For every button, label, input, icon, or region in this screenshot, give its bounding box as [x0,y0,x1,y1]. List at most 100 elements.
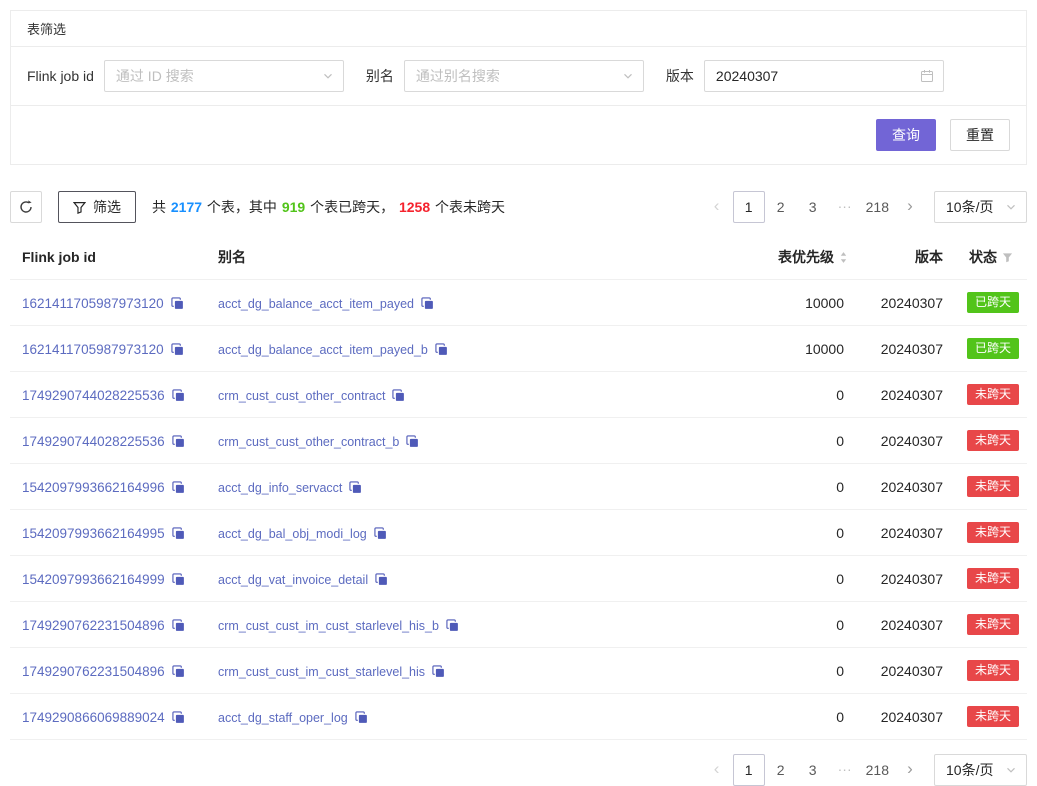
cell-id-link[interactable]: 1749290744028225536 [22,388,165,403]
pagination-pages: 123···218 [733,754,894,786]
cell-id-link[interactable]: 1749290866069889024 [22,710,165,725]
copy-icon[interactable] [172,665,185,678]
summary-seg2: 个表已跨天， [306,199,398,215]
cell-alias-link[interactable]: acct_dg_staff_oper_log [218,711,348,725]
cell-version: 20240307 [860,464,955,510]
refresh-button[interactable] [10,191,42,223]
cell-id-link[interactable]: 1542097993662164996 [22,480,165,495]
copy-icon[interactable] [172,389,185,402]
pagination-pages: 123···218 [733,191,894,223]
filter-actions: 查询 重置 [11,105,1026,164]
copy-icon[interactable] [446,619,459,632]
pagination-prev[interactable]: ‹ [701,754,733,786]
filter-panel: 表筛选 Flink job id 通过 ID 搜索 别名 通过别名搜索 版本 [10,10,1027,165]
copy-icon[interactable] [172,619,185,632]
cell-version: 20240307 [860,602,955,648]
pagination-page-2[interactable]: 2 [765,754,797,786]
query-button[interactable]: 查询 [876,119,936,151]
status-badge: 已跨天 [967,292,1019,313]
cell-alias-link[interactable]: crm_cust_cust_im_cust_starlevel_his_b [218,619,439,633]
pagination-next[interactable]: › [894,754,926,786]
cell-alias-link[interactable]: acct_dg_vat_invoice_detail [218,573,368,587]
copy-icon[interactable] [172,481,185,494]
pagination-page-218[interactable]: 218 [861,754,894,786]
pagination-page-218[interactable]: 218 [861,191,894,223]
col-header-flink-job-id: Flink job id [22,249,96,265]
cell-alias-link[interactable]: crm_cust_cust_other_contract [218,389,385,403]
copy-icon[interactable] [374,527,387,540]
summary-seg3: 个表未跨天 [431,199,505,215]
pagination-page-1[interactable]: 1 [733,754,765,786]
cell-version: 20240307 [860,372,955,418]
cell-alias-link[interactable]: crm_cust_cust_other_contract_b [218,435,399,449]
filter-toggle-button[interactable]: 筛选 [58,191,136,223]
page-size-value: 10条/页 [946,760,993,780]
cell-alias-link[interactable]: acct_dg_balance_acct_item_payed [218,297,414,311]
status-badge: 未跨天 [967,384,1019,405]
copy-icon[interactable] [172,435,185,448]
table-toolbar: 筛选 共 2177 个表，其中 919 个表已跨天， 1258 个表未跨天 ‹ … [10,191,1027,223]
col-header-priority: 表优先级 [778,247,834,267]
copy-icon[interactable] [172,711,185,724]
cell-priority: 0 [650,372,860,418]
page-size-select[interactable]: 10条/页 [934,191,1027,223]
cell-alias-link[interactable]: acct_dg_info_servacct [218,481,342,495]
reset-button[interactable]: 重置 [950,119,1010,151]
pagination-page-2[interactable]: 2 [765,191,797,223]
filter-toggle-label: 筛选 [93,197,121,217]
copy-icon[interactable] [355,711,368,724]
copy-icon[interactable] [375,573,388,586]
cell-id-link[interactable]: 1749290744028225536 [22,434,165,449]
copy-icon[interactable] [172,527,185,540]
pagination-next[interactable]: › [894,191,926,223]
cell-priority: 0 [650,648,860,694]
cell-priority: 0 [650,694,860,740]
cell-alias-link[interactable]: crm_cust_cust_im_cust_starlevel_his [218,665,425,679]
copy-icon[interactable] [349,481,362,494]
funnel-icon [73,201,86,214]
copy-icon[interactable] [406,435,419,448]
data-table: Flink job id 别名 表优先级 版本 状态 [10,235,1027,740]
pagination-prev[interactable]: ‹ [701,191,733,223]
flink-job-id-select[interactable]: 通过 ID 搜索 [104,60,344,92]
copy-icon[interactable] [435,343,448,356]
status-badge: 未跨天 [967,430,1019,451]
pagination-page-3[interactable]: 3 [797,754,829,786]
table-row: 1749290744028225536 crm_cust_cust_other_… [10,418,1027,464]
copy-icon[interactable] [432,665,445,678]
alias-label: 别名 [366,66,394,86]
status-badge: 未跨天 [967,476,1019,497]
copy-icon[interactable] [171,297,184,310]
sort-icon[interactable] [839,251,848,264]
version-date-input[interactable]: 20240307 [704,60,944,92]
filter-panel-title: 表筛选 [11,11,1026,47]
refresh-icon [19,200,33,214]
copy-icon[interactable] [171,343,184,356]
pagination-page-1[interactable]: 1 [733,191,765,223]
copy-icon[interactable] [392,389,405,402]
status-badge: 未跨天 [967,522,1019,543]
cell-id-link[interactable]: 1542097993662164995 [22,526,165,541]
cell-alias-link[interactable]: acct_dg_bal_obj_modi_log [218,527,367,541]
cell-id-link[interactable]: 1542097993662164999 [22,572,165,587]
cell-id-link[interactable]: 1621411705987973120 [22,296,164,311]
chevron-down-icon [622,70,634,82]
summary-prefix: 共 [152,199,170,215]
status-filter-icon[interactable] [1002,252,1013,263]
table-summary: 共 2177 个表，其中 919 个表已跨天， 1258 个表未跨天 [152,197,505,217]
alias-select[interactable]: 通过别名搜索 [404,60,644,92]
cell-alias-link[interactable]: acct_dg_balance_acct_item_payed_b [218,343,428,357]
col-header-alias: 别名 [218,249,246,265]
cell-id-link[interactable]: 1749290762231504896 [22,618,165,633]
cell-priority: 0 [650,464,860,510]
cell-id-link[interactable]: 1621411705987973120 [22,342,164,357]
page-size-select[interactable]: 10条/页 [934,754,1027,786]
cell-priority: 0 [650,602,860,648]
flink-job-id-placeholder: 通过 ID 搜索 [116,66,194,86]
cell-version: 20240307 [860,694,955,740]
copy-icon[interactable] [172,573,185,586]
cell-id-link[interactable]: 1749290762231504896 [22,664,165,679]
copy-icon[interactable] [421,297,434,310]
pagination-page-3[interactable]: 3 [797,191,829,223]
cell-version: 20240307 [860,510,955,556]
